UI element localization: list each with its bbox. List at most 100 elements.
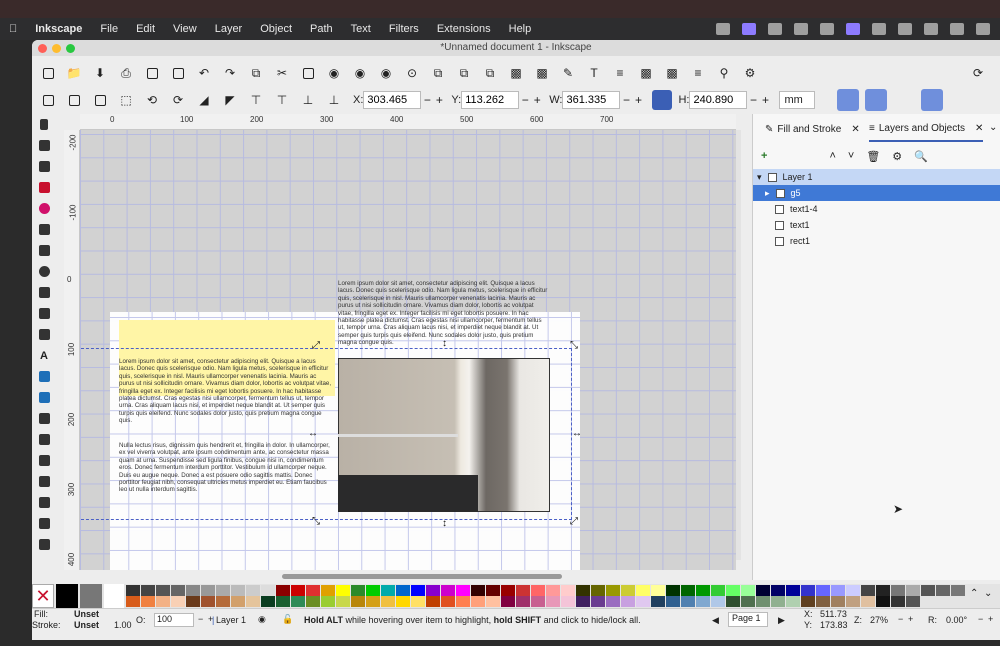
next-page-icon[interactable]: ▶ bbox=[778, 615, 785, 626]
swatch[interactable] bbox=[846, 596, 860, 607]
select-all-layers-icon[interactable] bbox=[66, 92, 82, 108]
swatch[interactable] bbox=[576, 585, 590, 596]
swatch[interactable] bbox=[561, 585, 575, 596]
swatch[interactable] bbox=[141, 596, 155, 607]
swatch[interactable] bbox=[726, 596, 740, 607]
rotate-ccw-icon[interactable]: ⟲ bbox=[144, 92, 160, 108]
swatch[interactable] bbox=[426, 596, 440, 607]
swatch[interactable] bbox=[186, 585, 200, 596]
zoom-center-icon[interactable]: ⊙ bbox=[404, 65, 420, 81]
preferences-icon[interactable]: ⚙ bbox=[742, 65, 758, 81]
swatch[interactable] bbox=[381, 596, 395, 607]
swatch[interactable] bbox=[126, 596, 140, 607]
scale-handle-n[interactable]: ↕ bbox=[442, 338, 447, 349]
tray-screen-icon[interactable] bbox=[716, 23, 730, 35]
prev-page-icon[interactable]: ◀ bbox=[712, 615, 719, 626]
swatch[interactable] bbox=[366, 596, 380, 607]
spiral-tool[interactable] bbox=[32, 261, 56, 282]
selector-tool[interactable] bbox=[32, 114, 56, 135]
tray-volume-icon[interactable] bbox=[872, 23, 886, 35]
undo-icon[interactable]: ↶ bbox=[196, 65, 212, 81]
palette-scroll-icon[interactable]: ⌃ bbox=[970, 588, 978, 599]
swatch[interactable] bbox=[861, 596, 875, 607]
swatch[interactable] bbox=[396, 596, 410, 607]
swatch[interactable] bbox=[606, 585, 620, 596]
lower-bottom-icon[interactable]: ⊥ bbox=[326, 92, 342, 108]
swatch[interactable] bbox=[726, 585, 740, 596]
select-all-icon[interactable] bbox=[40, 92, 56, 108]
group-icon[interactable]: ▩ bbox=[508, 65, 524, 81]
swatch[interactable] bbox=[291, 596, 305, 607]
move-gradients-toggle[interactable] bbox=[893, 89, 915, 111]
swatch[interactable] bbox=[681, 596, 695, 607]
swatch[interactable] bbox=[426, 585, 440, 596]
tab-overflow-chevron-icon[interactable]: ⌄ bbox=[989, 122, 997, 133]
w-decrement-button[interactable]: − bbox=[620, 93, 632, 107]
palette-menu-icon[interactable]: ⌄ bbox=[984, 588, 992, 599]
swatch[interactable] bbox=[486, 585, 500, 596]
lower-icon[interactable]: ⊥ bbox=[300, 92, 316, 108]
swatch[interactable] bbox=[126, 585, 140, 596]
measure-tool[interactable] bbox=[32, 513, 56, 534]
menu-file[interactable]: File bbox=[91, 23, 127, 35]
rotation-value[interactable]: 0.00° bbox=[946, 615, 967, 625]
tweak-tool[interactable] bbox=[32, 156, 56, 177]
swatch-grid[interactable] bbox=[126, 585, 966, 607]
menu-app-name[interactable]: Inkscape bbox=[26, 23, 91, 35]
current-layer-select[interactable]: Layer 1 bbox=[216, 615, 246, 625]
swatch[interactable] bbox=[861, 585, 875, 596]
text-tool[interactable]: A bbox=[32, 345, 56, 366]
swatch[interactable] bbox=[516, 585, 530, 596]
swatch[interactable] bbox=[741, 585, 755, 596]
tray-search-icon[interactable] bbox=[950, 23, 964, 35]
swatch[interactable] bbox=[201, 585, 215, 596]
swatch[interactable] bbox=[411, 585, 425, 596]
swatch[interactable] bbox=[606, 596, 620, 607]
scale-handle-ne[interactable]: ⤡ bbox=[570, 340, 578, 351]
menu-layer[interactable]: Layer bbox=[206, 23, 252, 35]
tray-camera-icon[interactable] bbox=[768, 23, 782, 35]
canvas[interactable]: Lorem ipsum dolor sit amet, consectetur … bbox=[80, 130, 736, 570]
delete-icon[interactable]: 🗑 bbox=[866, 150, 880, 163]
y-decrement-button[interactable]: − bbox=[519, 93, 531, 107]
swatch[interactable] bbox=[621, 596, 635, 607]
fill-stroke-icon[interactable]: ✎ bbox=[560, 65, 576, 81]
layer-visibility-icon[interactable]: ◉ bbox=[258, 614, 266, 625]
swatch[interactable] bbox=[711, 585, 725, 596]
swatch[interactable] bbox=[171, 596, 185, 607]
page-select[interactable]: Page 1 bbox=[728, 612, 768, 627]
w-input[interactable] bbox=[562, 91, 621, 109]
swatch[interactable] bbox=[351, 585, 365, 596]
swatch[interactable] bbox=[636, 596, 650, 607]
connector-tool[interactable] bbox=[32, 492, 56, 513]
swatch[interactable] bbox=[591, 585, 605, 596]
tab-layers-and-objects[interactable]: ≡ Layers and Objects ✕ bbox=[869, 116, 984, 142]
menu-path[interactable]: Path bbox=[301, 23, 342, 35]
swatch[interactable] bbox=[216, 585, 230, 596]
swatch[interactable] bbox=[651, 596, 665, 607]
swatch[interactable] bbox=[246, 585, 260, 596]
swatch[interactable] bbox=[906, 596, 920, 607]
h-input[interactable] bbox=[689, 91, 748, 109]
swatch[interactable] bbox=[516, 596, 530, 607]
open-icon[interactable]: 📁 bbox=[66, 65, 82, 81]
swatch[interactable] bbox=[951, 585, 965, 596]
find-icon[interactable]: ⚲ bbox=[716, 65, 732, 81]
zoom-increment-button[interactable]: + bbox=[908, 614, 913, 624]
swatch[interactable] bbox=[171, 585, 185, 596]
raise-top-icon[interactable]: ⊤ bbox=[248, 92, 264, 108]
swatch[interactable] bbox=[681, 585, 695, 596]
swatch[interactable] bbox=[846, 585, 860, 596]
menu-object[interactable]: Object bbox=[251, 23, 301, 35]
tree-row-text1[interactable]: text1 bbox=[753, 217, 1000, 233]
swatch[interactable] bbox=[546, 585, 560, 596]
tray-control-center-icon[interactable] bbox=[976, 23, 990, 35]
move-up-icon[interactable]: ˄ bbox=[829, 150, 835, 162]
horizontal-scrollbar[interactable] bbox=[282, 574, 562, 579]
align-distribute-icon[interactable]: ≡ bbox=[690, 65, 706, 81]
unlink-clone-icon[interactable]: ⧉ bbox=[482, 65, 498, 81]
zoom-decrement-button[interactable]: − bbox=[898, 614, 903, 624]
paste-icon[interactable] bbox=[300, 65, 316, 81]
snap-toggle-icon[interactable]: ⟳ bbox=[970, 65, 986, 81]
menu-extensions[interactable]: Extensions bbox=[428, 23, 500, 35]
